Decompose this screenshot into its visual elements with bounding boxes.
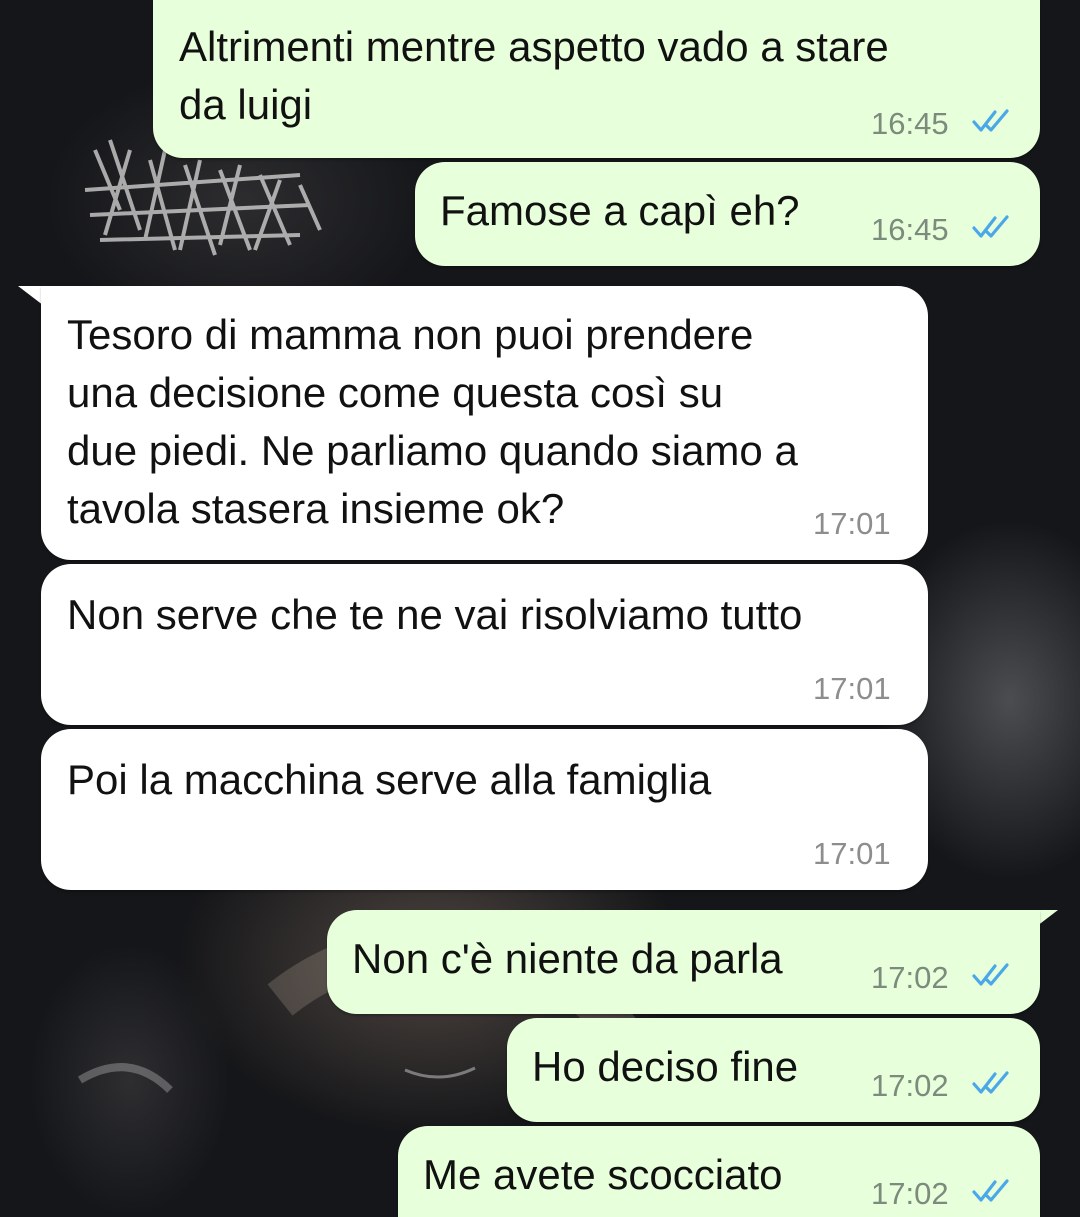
message-timestamp: 16:45 [871, 212, 949, 247]
double-check-read-icon [972, 215, 1009, 238]
message-text: Non c'è niente da parla [352, 935, 783, 982]
double-check-read-icon [972, 1071, 1009, 1094]
message-bubble-outgoing[interactable]: Me avete scocciato 17:02 [398, 1126, 1040, 1217]
message-bubble-outgoing[interactable]: Famose a capì eh? 16:45 [415, 162, 1040, 266]
message-text: Altrimenti mentre aspetto vado a stare d… [179, 23, 889, 128]
message-text: Tesoro di mamma non puoi prendere una de… [67, 311, 798, 532]
message-timestamp: 17:02 [871, 960, 949, 995]
message-text: Famose a capì eh? [440, 187, 800, 234]
message-bubble-outgoing[interactable]: Ho deciso fine 17:02 [507, 1018, 1040, 1122]
message-timestamp: 17:01 [813, 671, 891, 706]
message-text: Ho deciso fine [532, 1043, 799, 1090]
double-check-read-icon [972, 1179, 1009, 1202]
double-check-read-icon [972, 109, 1009, 132]
message-text: Poi la macchina serve alla famiglia [67, 756, 712, 803]
message-text: Non serve che te ne vai risolviamo tutto [67, 591, 803, 638]
message-text: Me avete scocciato [423, 1151, 783, 1198]
message-bubble-incoming[interactable]: Non serve che te ne vai risolviamo tutto… [41, 564, 928, 725]
message-timestamp: 17:02 [871, 1176, 949, 1211]
message-bubble-outgoing[interactable]: Non c'è niente da parla 17:02 [327, 910, 1040, 1014]
message-timestamp: 16:45 [871, 106, 949, 141]
message-bubble-outgoing[interactable]: Altrimenti mentre aspetto vado a stare d… [153, 0, 1040, 158]
message-bubble-incoming[interactable]: Poi la macchina serve alla famiglia 17:0… [41, 729, 928, 890]
chat-screen: Altrimenti mentre aspetto vado a stare d… [0, 0, 1080, 1217]
message-timestamp: 17:01 [813, 506, 891, 541]
message-timestamp: 17:01 [813, 836, 891, 871]
message-timestamp: 17:02 [871, 1068, 949, 1103]
message-bubble-incoming[interactable]: Tesoro di mamma non puoi prendere una de… [41, 286, 928, 560]
double-check-read-icon [972, 963, 1009, 986]
